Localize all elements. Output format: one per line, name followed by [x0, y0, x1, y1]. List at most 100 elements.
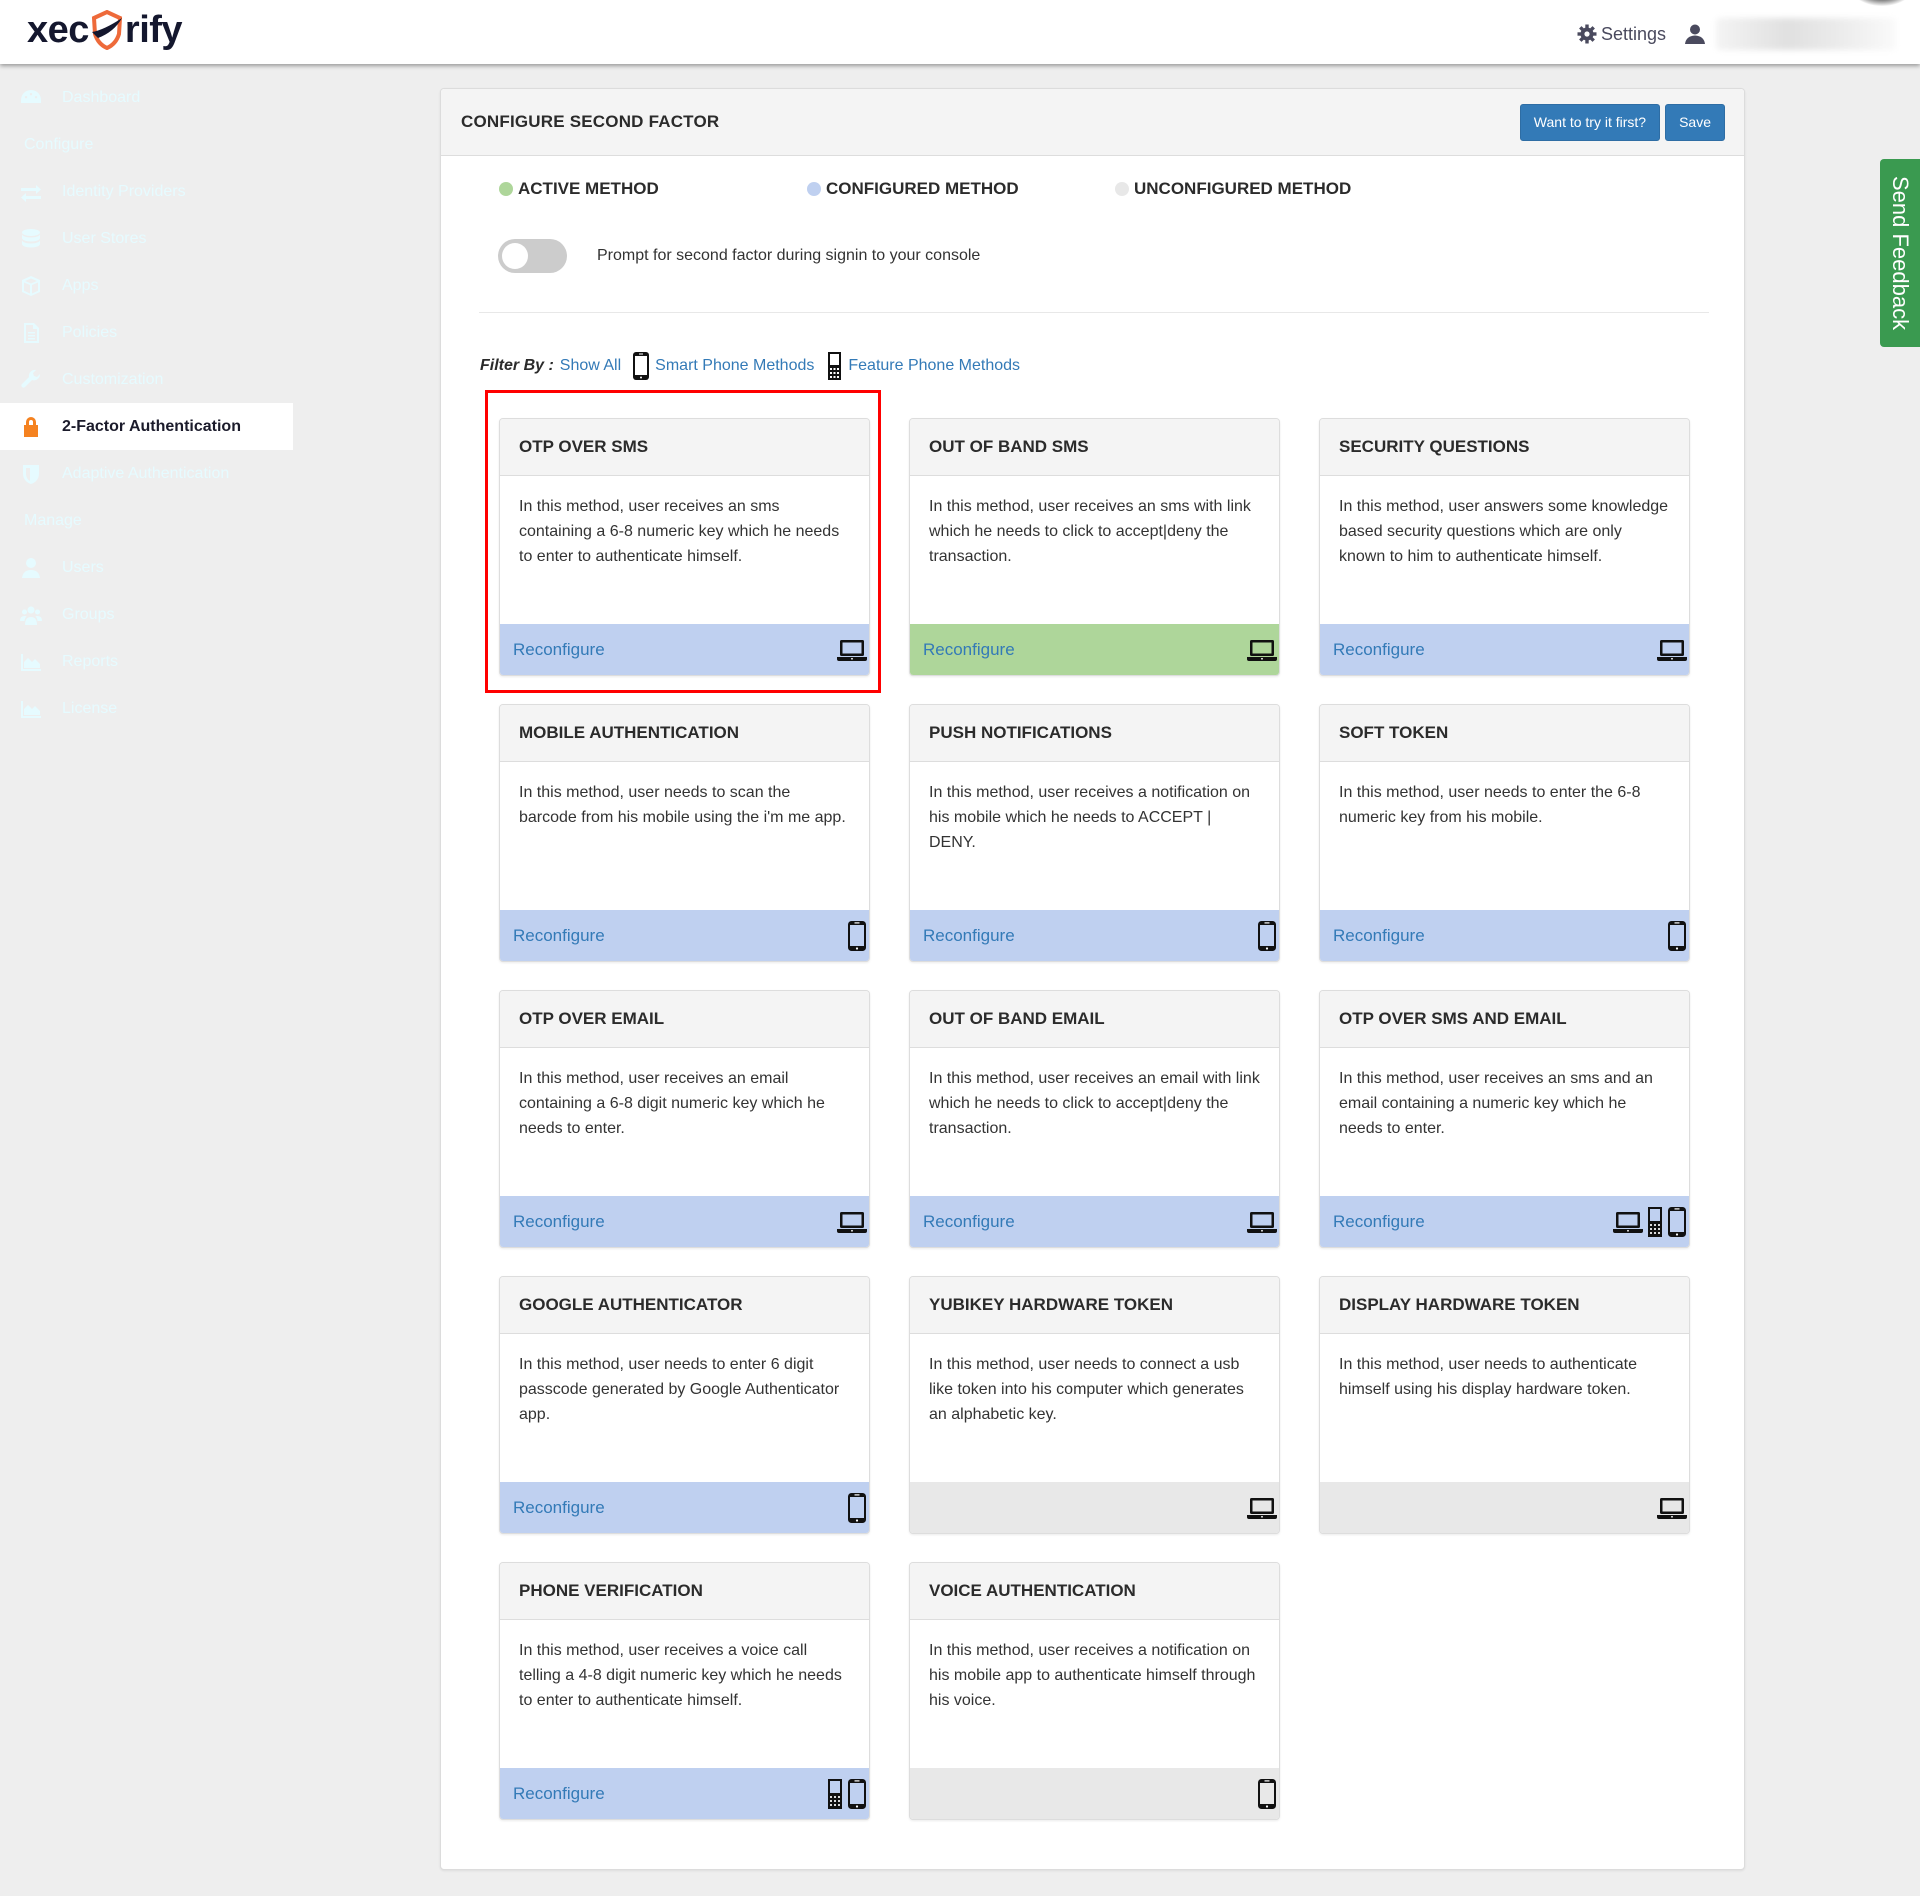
xecrify-logo[interactable]: xec rify: [27, 6, 183, 54]
methods-grid: OTP OVER SMS In this method, user receive…: [499, 418, 1690, 1820]
second-factor-prompt-toggle[interactable]: [498, 239, 567, 273]
card-title: GOOGLE AUTHENTICATOR: [500, 1277, 869, 1334]
method-card-mobile-authentication: MOBILE AUTHENTICATION In this method, use…: [499, 704, 870, 962]
legend-unconfigured-label: UNCONFIGURED METHOD: [1134, 179, 1352, 198]
sidebar-item-policies[interactable]: Policies: [0, 309, 293, 356]
method-card-security-questions: SECURITY QUESTIONS In this method, user a…: [1319, 418, 1690, 676]
feature-phone-icon[interactable]: [824, 351, 844, 381]
reconfigure-link[interactable]: Reconfigure: [513, 926, 605, 946]
card-footer: Reconfigure: [1320, 910, 1689, 961]
laptop-icon: [837, 1211, 867, 1233]
panel-title: CONFIGURE SECOND FACTOR: [461, 112, 720, 131]
filter-show-all-link[interactable]: Show All: [560, 357, 621, 375]
sidebar-section-manage: Manage: [24, 511, 82, 529]
feature-phone-icon: [1648, 1206, 1662, 1237]
laptop-icon: [1247, 1497, 1277, 1519]
card-footer: Reconfigure: [910, 910, 1279, 961]
card-footer: [910, 1482, 1279, 1533]
sidebar-item-label: Policies: [62, 323, 118, 341]
divider: [479, 312, 1709, 313]
smartphone-icon[interactable]: [631, 351, 651, 381]
sidebar-item-2-factor-authentication[interactable]: 2-Factor Authentication: [0, 403, 293, 450]
save-button[interactable]: Save: [1665, 103, 1725, 141]
laptop-icon: [1247, 639, 1277, 661]
method-card-display-hardware-token: DISPLAY HARDWARE TOKEN In this method, us…: [1319, 1276, 1690, 1534]
card-title: SECURITY QUESTIONS: [1320, 419, 1689, 476]
filter-feature-phone-link[interactable]: Feature Phone Methods: [848, 357, 1020, 375]
sidebar-item-dashboard[interactable]: Dashboard: [0, 74, 293, 121]
filter-smart-phone-link[interactable]: Smart Phone Methods: [655, 357, 814, 375]
area-chart-icon: [18, 698, 44, 720]
user-icon[interactable]: [1684, 23, 1706, 45]
method-card-otp-over-email: OTP OVER EMAIL In this method, user recei…: [499, 990, 870, 1248]
reconfigure-link[interactable]: Reconfigure: [923, 640, 1015, 660]
card-footer: [1320, 1482, 1689, 1533]
sidebar-section-configure: Configure: [24, 135, 94, 153]
logo-text-left: xec: [27, 8, 89, 51]
smartphone-icon: [848, 1492, 866, 1523]
method-card-voice-authentication: VOICE AUTHENTICATION In this method, user…: [909, 1562, 1280, 1820]
card-title: YUBIKEY HARDWARE TOKEN: [910, 1277, 1279, 1334]
sidebar-item-groups[interactable]: Groups: [0, 591, 293, 638]
sidebar-item-label: Identity Providers: [62, 182, 186, 200]
legend-unconfigured: UNCONFIGURED METHOD: [1115, 179, 1351, 199]
card-description: In this method, user receives an email w…: [929, 1070, 1260, 1137]
reconfigure-link[interactable]: Reconfigure: [1333, 926, 1425, 946]
method-card-phone-verification: PHONE VERIFICATION In this method, user r…: [499, 1562, 870, 1820]
username-redacted[interactable]: [1716, 18, 1896, 50]
card-title: OTP OVER SMS AND EMAIL: [1320, 991, 1689, 1048]
card-description: In this method, user receives an sms con…: [519, 498, 840, 565]
filter-bar: Filter By : Show All Smart Phone Methods…: [480, 351, 1020, 381]
card-footer: Reconfigure: [500, 1768, 869, 1819]
card-description: In this method, user needs to authentica…: [1339, 1356, 1637, 1398]
sidebar-item-reports[interactable]: Reports: [0, 638, 293, 685]
card-title: OUT OF BAND SMS: [910, 419, 1279, 476]
card-description: In this method, user needs to enter 6 di…: [519, 1356, 840, 1423]
sidebar-item-label: User Stores: [62, 229, 147, 247]
try-it-first-button[interactable]: Want to try it first?: [1519, 103, 1661, 141]
card-description: In this method, user needs to enter the …: [1339, 784, 1641, 826]
laptop-icon: [1657, 1497, 1687, 1519]
database-icon: [18, 228, 44, 250]
reconfigure-link[interactable]: Reconfigure: [513, 640, 605, 660]
sidebar-item-adaptive-authentication[interactable]: Adaptive Authentication: [0, 450, 293, 497]
group-icon: [18, 604, 44, 626]
legend-configured-dot: [807, 182, 821, 196]
card-footer: [910, 1768, 1279, 1819]
card-title: PUSH NOTIFICATIONS: [910, 705, 1279, 762]
legend-configured: CONFIGURED METHOD: [807, 179, 1115, 199]
sidebar-item-user-stores[interactable]: User Stores: [0, 215, 293, 262]
sidebar-item-label: Adaptive Authentication: [62, 464, 230, 482]
supported-devices: [1613, 1206, 1687, 1238]
sidebar-item-label: License: [62, 699, 118, 717]
sidebar-item-license[interactable]: License: [0, 685, 293, 732]
legend-configured-label: CONFIGURED METHOD: [826, 179, 1019, 198]
method-card-out-of-band-email: OUT OF BAND EMAIL In this method, user re…: [909, 990, 1280, 1248]
supported-devices: [837, 1210, 867, 1234]
exchange-icon: [18, 181, 44, 203]
dashboard-icon: [18, 87, 44, 109]
card-title: SOFT TOKEN: [1320, 705, 1689, 762]
sidebar-item-customization[interactable]: Customization: [0, 356, 293, 403]
settings-link[interactable]: Settings: [1577, 24, 1666, 45]
sidebar-item-identity-providers[interactable]: Identity Providers: [0, 168, 293, 215]
document-icon: [18, 322, 44, 344]
card-description: In this method, user answers some knowle…: [1339, 498, 1669, 565]
sidebar-item-users[interactable]: Users: [0, 544, 293, 591]
sidebar-item-apps[interactable]: Apps: [0, 262, 293, 309]
card-title: DISPLAY HARDWARE TOKEN: [1320, 1277, 1689, 1334]
send-feedback-tab[interactable]: Send Feedback: [1880, 159, 1920, 347]
reconfigure-link[interactable]: Reconfigure: [923, 1212, 1015, 1232]
reconfigure-link[interactable]: Reconfigure: [513, 1498, 605, 1518]
reconfigure-link[interactable]: Reconfigure: [1333, 1212, 1425, 1232]
reconfigure-link[interactable]: Reconfigure: [1333, 640, 1425, 660]
reconfigure-link[interactable]: Reconfigure: [513, 1212, 605, 1232]
reconfigure-link[interactable]: Reconfigure: [923, 926, 1015, 946]
filter-label: Filter By :: [480, 357, 554, 374]
card-description: In this method, user receives a voice ca…: [519, 1642, 842, 1709]
wrench-icon: [18, 369, 44, 391]
laptop-icon: [1613, 1211, 1643, 1233]
legend-unconfigured-dot: [1115, 182, 1129, 196]
reconfigure-link[interactable]: Reconfigure: [513, 1784, 605, 1804]
supported-devices: [837, 638, 867, 662]
